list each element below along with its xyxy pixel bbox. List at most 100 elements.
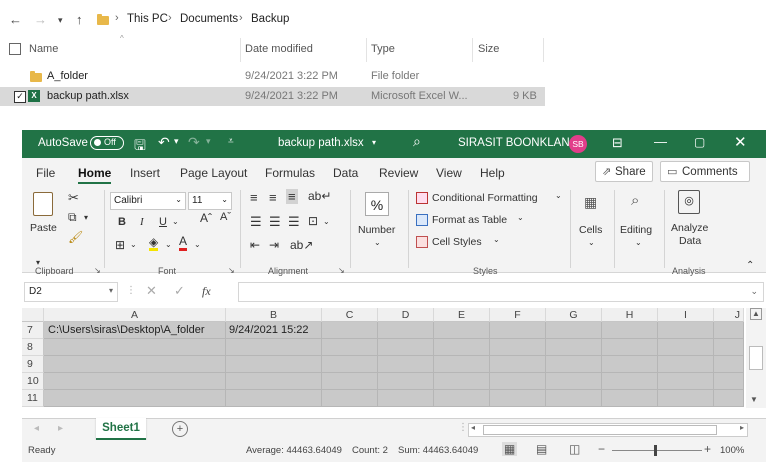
customize-toolbar-icon[interactable]: ⩡ [228, 136, 234, 147]
column-header-g[interactable]: G [546, 308, 602, 322]
cell[interactable] [378, 322, 434, 339]
comments-button[interactable]: ▭ Comments [660, 161, 750, 182]
close-icon[interactable]: ✕ [734, 133, 747, 151]
next-sheet-icon[interactable]: ▸ [58, 423, 63, 434]
cell[interactable] [546, 356, 602, 373]
cell[interactable] [226, 356, 322, 373]
align-left-icon[interactable]: ☰ [250, 214, 262, 230]
cell-styles-button[interactable]: Cell Styles ⌄ [416, 235, 516, 251]
select-all-corner[interactable] [22, 308, 44, 322]
zoom-slider-thumb[interactable] [654, 445, 657, 456]
tab-splitter-icon[interactable]: ⋮ [458, 422, 468, 433]
file-row-a-folder[interactable]: A_folder 9/24/2021 3:22 PM File folder [0, 67, 545, 86]
tab-insert[interactable]: Insert [130, 166, 160, 180]
cell[interactable] [602, 356, 658, 373]
select-all-checkbox[interactable] [9, 43, 21, 55]
format-as-table-button[interactable]: Format as Table ⌄ [416, 213, 536, 229]
font-size-select[interactable]: 11 ⌄ [188, 192, 232, 210]
cell[interactable] [490, 339, 546, 356]
previous-sheet-icon[interactable]: ◂ [34, 423, 39, 434]
column-header-f[interactable]: F [490, 308, 546, 322]
cell[interactable] [714, 356, 744, 373]
alignment-launcher-icon[interactable]: ↘ [338, 266, 345, 275]
vertical-scrollbar[interactable]: ▲ ▼ [746, 308, 766, 408]
recent-locations-chevron-icon[interactable]: ▾ [58, 15, 63, 26]
tab-help[interactable]: Help [480, 166, 505, 180]
clipboard-launcher-icon[interactable]: ↘ [94, 266, 101, 275]
font-name-select[interactable]: Calibri ⌄ [110, 192, 186, 210]
align-right-icon[interactable]: ☰ [288, 214, 300, 230]
cell[interactable] [378, 356, 434, 373]
user-avatar[interactable]: SB [569, 135, 587, 153]
cell[interactable] [44, 390, 226, 407]
save-icon[interactable]: 🖫 [134, 135, 146, 159]
status-count[interactable]: Count: 2 [352, 445, 388, 456]
underline-dropdown-icon[interactable]: ⌄ [172, 217, 179, 226]
paste-button[interactable]: Paste [30, 190, 58, 234]
cell[interactable] [226, 390, 322, 407]
cell[interactable] [602, 339, 658, 356]
redo-icon[interactable]: ↷ [188, 134, 200, 151]
fill-color-icon[interactable]: ◈ [149, 236, 159, 251]
zoom-level[interactable]: 100% [720, 445, 744, 456]
cell[interactable] [602, 373, 658, 390]
column-header-type[interactable]: Type [371, 43, 395, 55]
scroll-up-icon[interactable]: ▲ [750, 308, 762, 320]
zoom-slider[interactable] [612, 445, 702, 456]
undo-icon[interactable]: ↶ [158, 134, 170, 151]
cell[interactable] [434, 339, 490, 356]
zoom-out-icon[interactable]: − [598, 442, 605, 456]
cell[interactable] [714, 339, 744, 356]
font-launcher-icon[interactable]: ↘ [228, 266, 235, 275]
cell[interactable] [714, 373, 744, 390]
redo-dropdown-icon[interactable]: ▾ [206, 136, 211, 147]
cell[interactable] [322, 373, 378, 390]
cells-button[interactable]: ▦ Cells ⌄ [575, 190, 609, 260]
zoom-in-icon[interactable]: + [704, 442, 711, 456]
back-arrow-icon[interactable]: ← [9, 12, 22, 27]
cell[interactable] [44, 339, 226, 356]
breadcrumb-backup[interactable]: Backup [251, 13, 289, 25]
column-header-b[interactable]: B [226, 308, 322, 322]
column-header-e[interactable]: E [434, 308, 490, 322]
bottom-align-icon[interactable]: ≡ [286, 189, 298, 204]
cell[interactable] [490, 356, 546, 373]
font-color-dropdown-icon[interactable]: ⌄ [194, 240, 201, 249]
cell[interactable] [44, 322, 226, 339]
filename-dropdown-icon[interactable]: ▾ [372, 138, 376, 147]
vertical-scroll-thumb[interactable] [749, 346, 763, 370]
breadcrumb-documents[interactable]: Documents [180, 13, 238, 25]
cell[interactable] [602, 390, 658, 407]
borders-dropdown-icon[interactable]: ⌄ [130, 240, 137, 249]
tab-page-layout[interactable]: Page Layout [180, 166, 247, 180]
copy-icon[interactable]: ⧉ [68, 210, 77, 225]
column-header-name[interactable]: Name [29, 43, 58, 55]
share-button[interactable]: ⇗ Share [595, 161, 653, 182]
orientation-icon[interactable]: ab↗ [290, 238, 313, 252]
cell[interactable] [490, 390, 546, 407]
cell[interactable] [714, 322, 744, 339]
italic-button[interactable]: I [140, 216, 144, 228]
tab-file[interactable]: File [36, 166, 55, 180]
sheet-tab-sheet1[interactable]: Sheet1 [96, 418, 146, 440]
tab-review[interactable]: Review [379, 166, 418, 180]
cell[interactable] [490, 373, 546, 390]
column-header-d[interactable]: D [378, 308, 434, 322]
column-header-i[interactable]: I [658, 308, 714, 322]
normal-view-icon[interactable]: ▦ [502, 442, 518, 456]
middle-align-icon[interactable]: ≡ [269, 190, 277, 205]
search-icon[interactable]: ⌕ [413, 133, 421, 150]
column-header-date-modified[interactable]: Date modified [245, 43, 313, 55]
cell[interactable] [226, 322, 322, 339]
top-align-icon[interactable]: ≡ [250, 190, 258, 205]
font-color-icon[interactable]: A [179, 235, 188, 251]
bold-button[interactable]: B [118, 216, 126, 228]
cell[interactable] [44, 356, 226, 373]
row-header-11[interactable]: 11 [22, 390, 44, 407]
ribbon-display-options-icon[interactable]: ⊟ [612, 135, 623, 151]
cut-icon[interactable]: ✂ [68, 190, 79, 206]
horizontal-scroll-thumb[interactable] [483, 425, 717, 435]
decrease-indent-icon[interactable]: ⇤ [250, 238, 260, 252]
increase-indent-icon[interactable]: ⇥ [269, 238, 279, 252]
editing-button[interactable]: ⌕ Editing ⌄ [619, 190, 659, 260]
